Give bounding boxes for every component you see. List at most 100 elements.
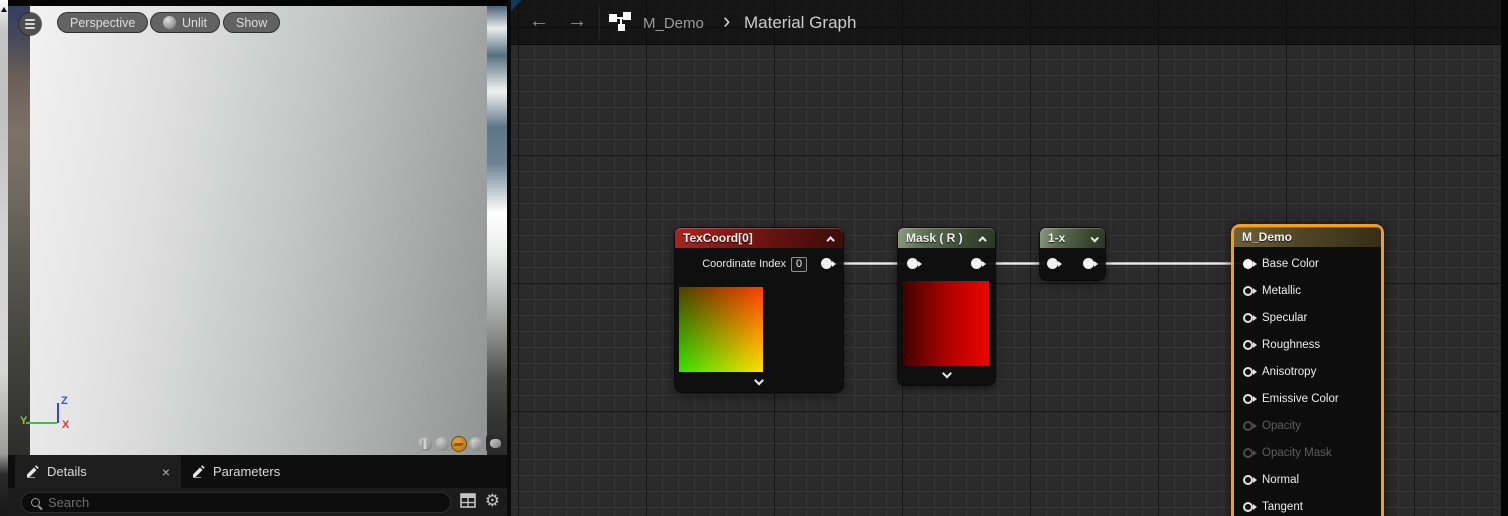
pin-circle-icon[interactable] [1243, 367, 1253, 377]
parameters-pencil-icon [192, 465, 206, 478]
pin-row-opacity: Opacity [1234, 412, 1381, 439]
pin-label: Roughness [1262, 339, 1320, 351]
preview-shape-toolbar [418, 435, 505, 452]
wire-oneminus-to-basecolor[interactable] [1089, 262, 1249, 265]
pin-row-metallic[interactable]: Metallic [1234, 277, 1381, 304]
node-mask[interactable]: Mask ( R ) [898, 228, 995, 385]
gear-icon[interactable]: ⚙ [485, 492, 500, 509]
material-graph-panel[interactable]: ← → M_Demo › Material Graph TexCoord[0] [511, 0, 1501, 516]
pin-row-tangent[interactable]: Tangent [1234, 493, 1381, 516]
pin-label: Normal [1262, 474, 1299, 486]
pin-row-opacity-mask: Opacity Mask [1234, 439, 1381, 466]
tab-details[interactable]: Details × [15, 455, 181, 488]
chevron-up-icon[interactable] [981, 231, 987, 245]
view-mode-button[interactable]: Unlit [150, 12, 220, 33]
preview-viewport[interactable]: Perspective Unlit Show Z X Y [8, 0, 507, 455]
graph-title-bar: ← → M_Demo › Material Graph [511, 0, 1501, 45]
mask-input-pin[interactable] [907, 258, 918, 269]
node-oneminus-header[interactable]: 1-x [1040, 228, 1105, 248]
pin-label: Anisotropy [1262, 366, 1316, 378]
preview-mesh-plane[interactable] [30, 6, 487, 455]
pin-label: Tangent [1262, 501, 1303, 513]
coordinate-index-input[interactable]: 0 [791, 257, 807, 272]
pin-row-emissive-color[interactable]: Emissive Color [1234, 385, 1381, 412]
axis-z-line [57, 403, 59, 423]
breadcrumb-separator-icon: › [723, 8, 730, 34]
node-material-result[interactable]: M_Demo Base Color Metallic Specular Roug… [1231, 224, 1384, 516]
oneminus-output-pin[interactable] [1083, 258, 1094, 269]
pin-circle-icon[interactable] [1243, 340, 1253, 350]
pin-label: Emissive Color [1262, 393, 1339, 405]
tab-details-label: Details [47, 464, 87, 479]
nav-back-button[interactable]: ← [529, 10, 549, 33]
pin-label: Specular [1262, 312, 1307, 324]
search-input[interactable] [48, 495, 408, 510]
show-button[interactable]: Show [223, 12, 280, 33]
pin-row-base-color[interactable]: Base Color [1234, 250, 1381, 277]
tab-parameters-label: Parameters [213, 464, 280, 479]
chevron-up-icon[interactable] [829, 231, 835, 245]
pin-circle-icon[interactable] [1243, 475, 1253, 485]
pin-label: Metallic [1262, 285, 1301, 297]
perspective-label: Perspective [70, 16, 135, 30]
pin-label: Base Color [1262, 258, 1319, 270]
left-panel-edge[interactable] [0, 0, 8, 516]
node-texcoord-title: TexCoord[0] [683, 231, 753, 245]
texcoord-output-pin[interactable] [821, 258, 832, 269]
pin-row-roughness[interactable]: Roughness [1234, 331, 1381, 358]
close-icon[interactable]: × [162, 465, 170, 479]
perspective-button[interactable]: Perspective [57, 12, 148, 33]
preview-shape-cube-button[interactable] [469, 437, 483, 451]
table-view-icon[interactable] [460, 493, 476, 508]
pin-row-specular[interactable]: Specular [1234, 304, 1381, 331]
chevron-down-icon[interactable] [943, 364, 950, 382]
node-oneminus[interactable]: 1-x [1040, 228, 1105, 280]
details-panel: Details × Parameters [8, 455, 507, 516]
pin-circle-icon[interactable] [1243, 313, 1253, 323]
preview-shape-mesh-button[interactable] [486, 435, 505, 452]
oneminus-input-pin[interactable] [1047, 258, 1058, 269]
pin-label: Opacity Mask [1262, 447, 1332, 459]
node-texcoord-header[interactable]: TexCoord[0] [675, 228, 843, 248]
axis-y-label: Y [20, 415, 27, 427]
chevron-down-icon[interactable] [756, 371, 763, 389]
node-texcoord[interactable]: TexCoord[0] Coordinate Index 0 [675, 228, 843, 392]
unlit-label: Unlit [182, 16, 207, 30]
coordinate-index-row: Coordinate Index 0 [675, 248, 843, 280]
node-mask-header[interactable]: Mask ( R ) [898, 228, 995, 248]
pin-row-normal[interactable]: Normal [1234, 466, 1381, 493]
axis-gizmo: Z X Y [14, 395, 84, 440]
coordinate-index-label: Coordinate Index [702, 258, 786, 270]
pin-circle-icon[interactable] [1243, 394, 1253, 404]
show-label: Show [236, 16, 267, 30]
pin-circle-icon[interactable] [1243, 286, 1253, 296]
panel-tab-bar: Details × Parameters [8, 455, 507, 488]
pin-row-anisotropy[interactable]: Anisotropy [1234, 358, 1381, 385]
breadcrumb-root[interactable]: M_Demo [643, 15, 704, 32]
node-material-title: M_Demo [1242, 230, 1292, 244]
mask-output-pin[interactable] [971, 258, 982, 269]
axis-y-line [26, 422, 57, 424]
tab-parameters[interactable]: Parameters [181, 455, 291, 488]
chevron-down-icon[interactable] [1091, 231, 1097, 245]
magnifier-icon [31, 498, 40, 507]
pin-circle-icon[interactable] [1243, 259, 1253, 269]
node-mask-title: Mask ( R ) [906, 231, 963, 245]
preview-shape-cylinder-button[interactable] [418, 437, 432, 451]
breadcrumb-current: Material Graph [744, 13, 856, 33]
axis-x-label: X [62, 419, 69, 431]
pin-circle-icon[interactable] [1243, 502, 1253, 512]
preview-shape-plane-button[interactable] [452, 437, 466, 451]
viewport-background-left [8, 6, 30, 455]
material-editor-window: Perspective Unlit Show Z X Y [0, 0, 1508, 516]
node-material-header[interactable]: M_Demo [1234, 227, 1381, 247]
texcoord-uv-preview [679, 287, 763, 372]
search-field[interactable] [21, 492, 451, 513]
unlit-sphere-icon [163, 16, 176, 29]
teapot-icon [490, 439, 501, 448]
material-pin-list: Base Color Metallic Specular Roughness A… [1234, 247, 1381, 516]
nav-forward-button[interactable]: → [567, 10, 587, 33]
viewport-menu-button[interactable] [19, 13, 41, 35]
viewport-top-edge [8, 0, 507, 6]
preview-shape-sphere-button[interactable] [435, 437, 449, 451]
